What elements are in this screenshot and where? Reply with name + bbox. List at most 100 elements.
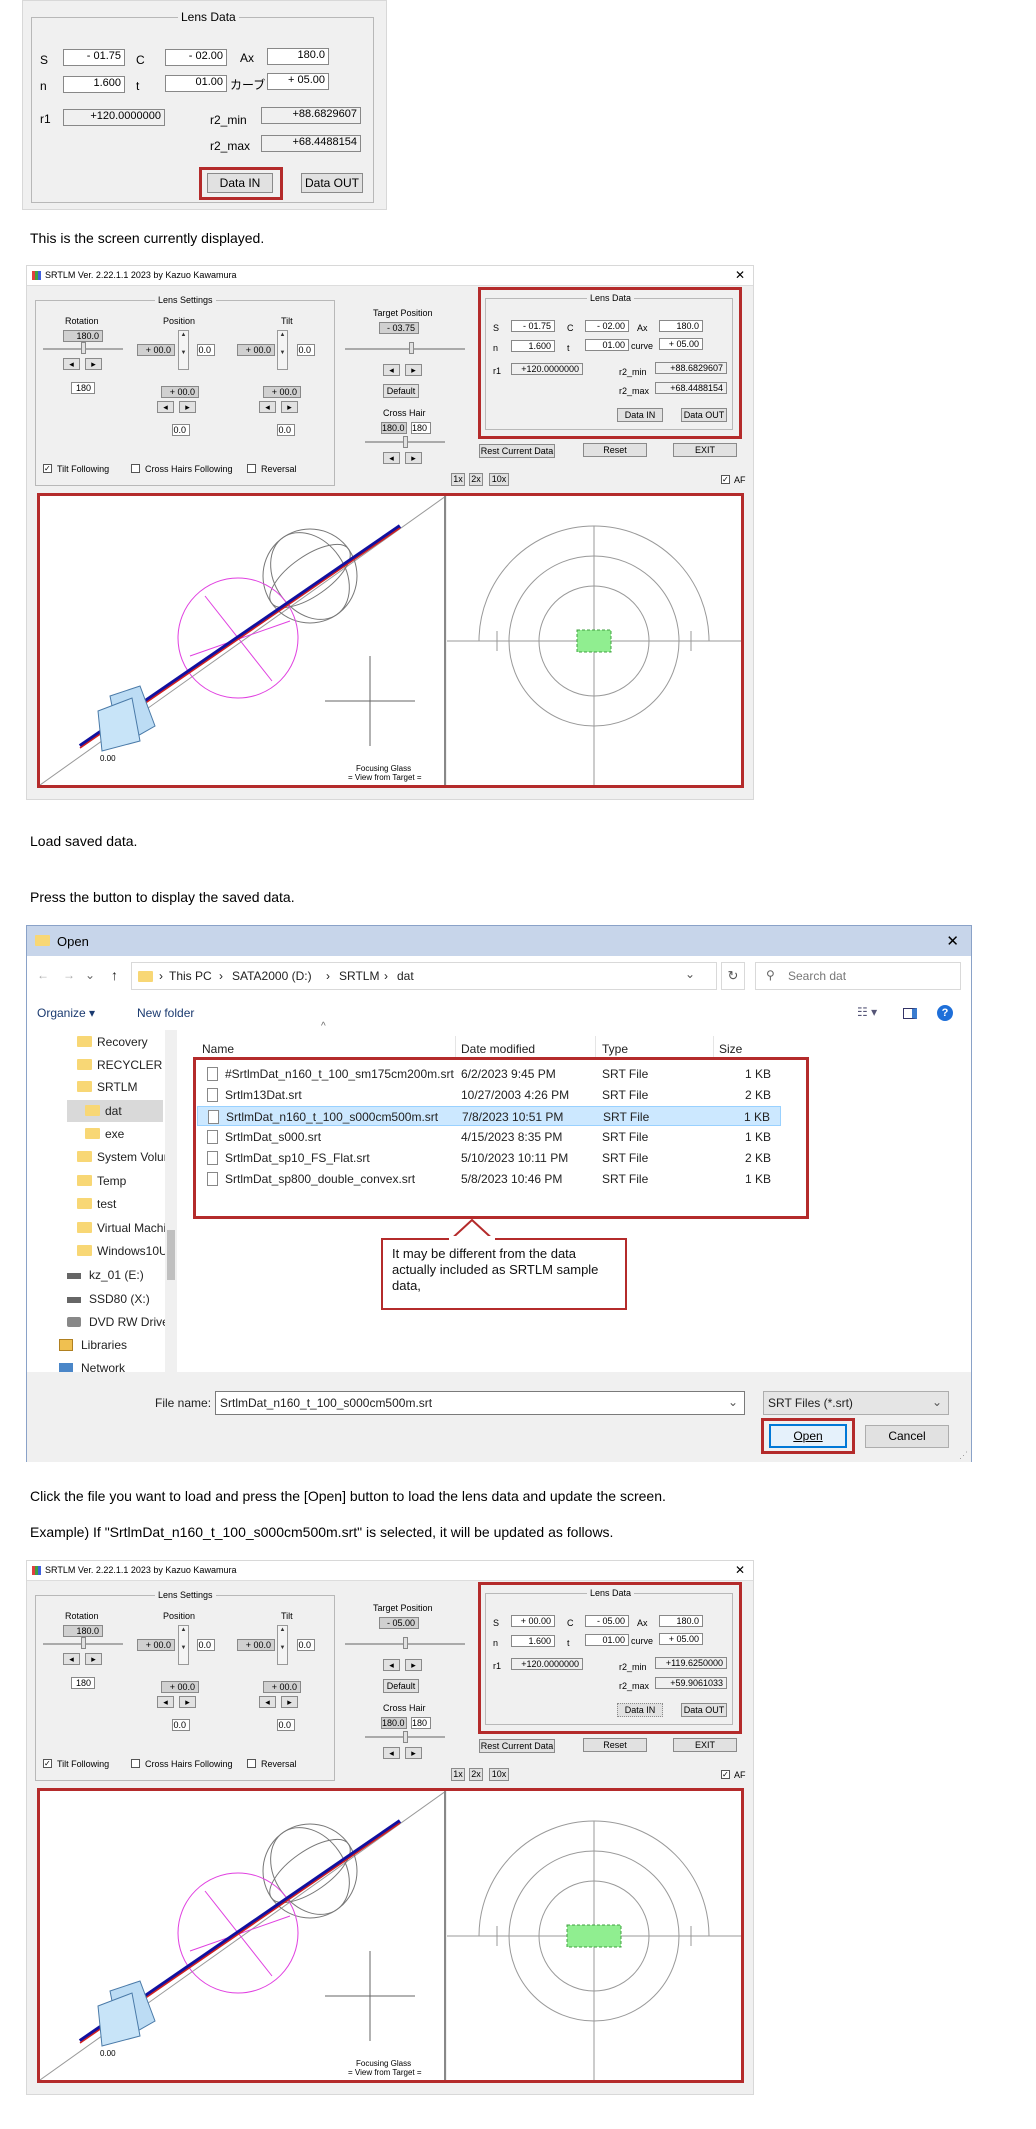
af-checkbox[interactable]: ✓ — [721, 475, 730, 484]
new-folder-button[interactable]: New folder — [137, 1006, 194, 1020]
default-button[interactable]: Default — [383, 384, 419, 398]
file-name-input[interactable]: SrtlmDat_n160_t_100_s000cm500m.srt ⌄ — [215, 1391, 745, 1415]
cross-hair-value-2[interactable]: 180 — [411, 1717, 431, 1729]
up-icon[interactable]: ↑ — [111, 967, 118, 983]
tilt-y-small[interactable]: 0.0 — [277, 1719, 295, 1731]
file-type-select[interactable]: SRT Files (*.srt) ⌄ — [763, 1391, 949, 1415]
rotation-slider-thumb[interactable] — [81, 342, 86, 354]
tilt-x-small[interactable]: 0.0 — [297, 1639, 315, 1651]
tilt-y-right-button[interactable]: ▸ — [281, 401, 298, 413]
preview-pane-icon[interactable] — [903, 1008, 917, 1019]
ax-input[interactable]: 180.0 — [267, 48, 329, 65]
cancel-button[interactable]: Cancel — [865, 1425, 949, 1448]
nav-item-windows10u[interactable]: Windows10U — [97, 1244, 168, 1258]
cross-hairs-following-checkbox[interactable] — [131, 464, 140, 473]
column-size[interactable]: Size — [719, 1042, 742, 1056]
forward-icon[interactable]: → — [63, 968, 75, 982]
n-input[interactable]: 1.600 — [63, 76, 125, 93]
file-name-dropdown-icon[interactable]: ⌄ — [728, 1395, 738, 1409]
t-input[interactable]: 01.00 — [585, 1634, 629, 1646]
cross-hair-right-button[interactable]: ▸ — [405, 1747, 422, 1759]
column-divider[interactable] — [713, 1036, 714, 1058]
target-right-button[interactable]: ▸ — [405, 1659, 422, 1671]
breadcrumb-this-pc[interactable]: This PC — [169, 969, 212, 983]
rotation-left-button[interactable]: ◂ — [63, 1653, 80, 1665]
resize-grip-icon[interactable]: ⋰ — [959, 1450, 968, 1461]
breadcrumb-drive[interactable]: SATA2000 (D:) — [232, 969, 312, 983]
data-in-button[interactable]: Data IN — [617, 1703, 663, 1717]
position-y-small[interactable]: 0.0 — [172, 424, 190, 436]
c-input[interactable]: - 05.00 — [585, 1615, 629, 1627]
c-input[interactable]: - 02.00 — [165, 49, 227, 66]
cross-hair-right-button[interactable]: ▸ — [405, 452, 422, 464]
help-icon[interactable]: ? — [937, 1005, 953, 1021]
data-out-button[interactable]: Data OUT — [681, 408, 727, 422]
tilt-y-small[interactable]: 0.0 — [277, 424, 295, 436]
cross-hair-value-2[interactable]: 180 — [411, 422, 431, 434]
n-input[interactable]: 1.600 — [511, 340, 555, 352]
exit-button[interactable]: EXIT — [673, 443, 737, 457]
target-left-button[interactable]: ◂ — [383, 364, 400, 376]
refresh-button[interactable]: ↻ — [721, 962, 745, 990]
rotation-slider-thumb[interactable] — [81, 1637, 86, 1649]
n-input[interactable]: 1.600 — [511, 1635, 555, 1647]
address-bar[interactable]: › This PC › SATA2000 (D:) › SRTLM › dat … — [131, 962, 717, 990]
position-y-left-button[interactable]: ◂ — [157, 1696, 174, 1708]
column-name[interactable]: Name — [202, 1042, 234, 1056]
zoom-10x-button[interactable]: 10x — [489, 473, 509, 486]
zoom-1x-button[interactable]: 1x — [451, 473, 465, 486]
nav-item-exe[interactable]: exe — [105, 1127, 124, 1141]
tilt-following-checkbox[interactable]: ✓ — [43, 1759, 52, 1768]
search-box[interactable]: ⚲ Search dat — [755, 962, 961, 990]
recent-icon[interactable]: ⌄ — [85, 968, 95, 982]
reversal-checkbox[interactable] — [247, 464, 256, 473]
curve-input[interactable]: + 05.00 — [267, 73, 329, 90]
close-icon[interactable]: ✕ — [946, 932, 959, 950]
af-checkbox[interactable]: ✓ — [721, 1770, 730, 1779]
nav-item-network[interactable]: Network — [81, 1361, 125, 1372]
column-date-modified[interactable]: Date modified — [461, 1042, 535, 1056]
zoom-2x-button[interactable]: 2x — [469, 473, 483, 486]
open-button[interactable]: Open — [769, 1424, 847, 1448]
target-slider-thumb[interactable] — [403, 1637, 408, 1649]
column-divider[interactable] — [455, 1036, 456, 1058]
position-y-small[interactable]: 0.0 — [172, 1719, 190, 1731]
cross-hairs-following-checkbox[interactable] — [131, 1759, 140, 1768]
default-button[interactable]: Default — [383, 1679, 419, 1693]
position-x-small[interactable]: 0.0 — [197, 344, 215, 356]
reset-button[interactable]: Reset — [583, 443, 647, 457]
breadcrumb-dat[interactable]: dat — [397, 969, 414, 983]
target-right-button[interactable]: ▸ — [405, 364, 422, 376]
nav-item-dvd[interactable]: DVD RW Drive — [89, 1315, 169, 1329]
position-y-left-button[interactable]: ◂ — [157, 401, 174, 413]
nav-item-ssd80[interactable]: SSD80 (X:) — [89, 1292, 150, 1306]
rotation-value-2[interactable]: 180 — [71, 382, 95, 394]
t-input[interactable]: 01.00 — [165, 75, 227, 92]
breadcrumb-srtlm[interactable]: SRTLM — [339, 969, 379, 983]
tilt-following-checkbox[interactable]: ✓ — [43, 464, 52, 473]
data-in-button[interactable]: Data IN — [207, 173, 273, 193]
nav-item-srtlm[interactable]: SRTLM — [97, 1080, 137, 1094]
target-slider[interactable] — [345, 348, 465, 350]
tilt-y-left-button[interactable]: ◂ — [259, 401, 276, 413]
organize-menu[interactable]: Organize ▾ — [37, 1006, 95, 1020]
nav-item-libraries[interactable]: Libraries — [81, 1338, 127, 1352]
target-slider-thumb[interactable] — [409, 342, 414, 354]
rotation-right-button[interactable]: ▸ — [85, 1653, 102, 1665]
nav-item-recycler[interactable]: RECYCLER — [97, 1058, 162, 1072]
nav-item-virtual-machines[interactable]: Virtual Machi — [97, 1221, 166, 1235]
position-x-spinner[interactable]: ▲ ▼ — [178, 1625, 189, 1665]
s-input[interactable]: - 01.75 — [511, 320, 555, 332]
s-input[interactable]: - 01.75 — [63, 49, 125, 66]
nav-item-temp[interactable]: Temp — [97, 1174, 126, 1188]
rotation-left-button[interactable]: ◂ — [63, 358, 80, 370]
nav-scroll-thumb[interactable] — [167, 1230, 175, 1280]
nav-item-recovery[interactable]: Recovery — [97, 1035, 148, 1049]
rest-current-data-button[interactable]: Rest Current Data — [479, 1739, 555, 1753]
zoom-2x-button[interactable]: 2x — [469, 1768, 483, 1781]
t-input[interactable]: 01.00 — [585, 339, 629, 351]
rotation-right-button[interactable]: ▸ — [85, 358, 102, 370]
reset-button[interactable]: Reset — [583, 1738, 647, 1752]
rest-current-data-button[interactable]: Rest Current Data — [479, 444, 555, 458]
position-x-spinner[interactable]: ▲ ▼ — [178, 330, 189, 370]
